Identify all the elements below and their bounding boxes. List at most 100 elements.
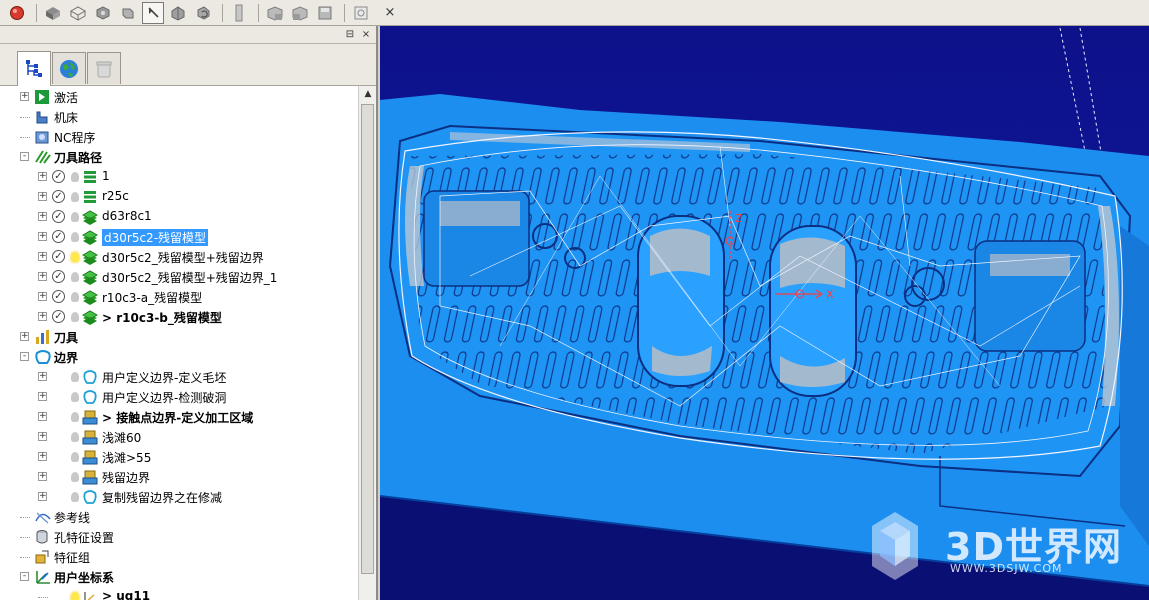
tree-item[interactable]: + 刀具 bbox=[0, 327, 358, 347]
toolpath-icon bbox=[82, 189, 98, 205]
tree-item[interactable]: + 浅滩60 bbox=[0, 427, 358, 447]
reset-icon[interactable] bbox=[350, 2, 372, 24]
expand-icon[interactable]: + bbox=[38, 212, 47, 221]
graphics-viewport[interactable]: X Z bbox=[380, 26, 1149, 600]
checkmark-icon[interactable]: ✓ bbox=[52, 250, 65, 263]
expand-icon[interactable]: + bbox=[38, 192, 47, 201]
contact-boundary-icon bbox=[82, 469, 98, 485]
checkmark-icon[interactable]: ✓ bbox=[52, 210, 65, 223]
checkmark-icon[interactable]: ✓ bbox=[52, 310, 65, 323]
lightbulb-icon[interactable] bbox=[71, 252, 79, 262]
lightbulb-icon[interactable] bbox=[71, 212, 79, 222]
lightbulb-icon[interactable] bbox=[71, 172, 79, 182]
save-view-icon[interactable] bbox=[264, 2, 286, 24]
expand-icon[interactable]: + bbox=[38, 292, 47, 301]
bin-tab[interactable] bbox=[87, 52, 121, 84]
tree-item[interactable]: 机床 bbox=[0, 107, 358, 127]
tree-item[interactable]: + 激活 bbox=[0, 87, 358, 107]
tree-item-label: 1 bbox=[102, 169, 110, 183]
tree-item[interactable]: + ✓ 1 bbox=[0, 167, 358, 187]
tree-item[interactable]: + 复制残留边界之在修减 bbox=[0, 487, 358, 507]
tree-item[interactable]: + ✓ d30r5c2_残留模型+残留边界 bbox=[0, 247, 358, 267]
tree-item[interactable]: - 用户坐标系 bbox=[0, 567, 358, 587]
expand-icon[interactable]: + bbox=[20, 332, 29, 341]
expand-icon[interactable]: + bbox=[38, 452, 47, 461]
tree-item[interactable]: + ✓ > r10c3-b_残留模型 bbox=[0, 307, 358, 327]
select-icon[interactable] bbox=[142, 1, 164, 24]
tree-item[interactable]: 特征组 bbox=[0, 547, 358, 567]
lightbulb-icon[interactable] bbox=[71, 312, 79, 322]
tree-item[interactable]: + 残留边界 bbox=[0, 467, 358, 487]
tree-item[interactable]: + ✓ d30r5c2_残留模型+残留边界_1 bbox=[0, 267, 358, 287]
expand-icon[interactable]: + bbox=[20, 92, 29, 101]
expand-icon[interactable]: + bbox=[38, 232, 47, 241]
tree-item[interactable]: + 用户定义边界-定义毛坯 bbox=[0, 367, 358, 387]
tree-item[interactable]: - 刀具路径 bbox=[0, 147, 358, 167]
collapse-icon[interactable]: - bbox=[20, 352, 29, 361]
close-panel-icon[interactable]: × bbox=[360, 29, 372, 41]
globe-tab[interactable] bbox=[52, 52, 86, 84]
expand-icon[interactable]: + bbox=[38, 312, 47, 321]
tree-item[interactable]: + ✓ r25c bbox=[0, 187, 358, 207]
stop-icon[interactable] bbox=[6, 2, 28, 24]
tree-scrollbar[interactable]: ▲ bbox=[358, 86, 376, 600]
save-icon[interactable] bbox=[314, 2, 336, 24]
lightbulb-icon[interactable] bbox=[71, 472, 79, 482]
checkmark-icon[interactable]: ✓ bbox=[52, 290, 65, 303]
machine-icon bbox=[34, 109, 50, 125]
expand-icon[interactable]: + bbox=[38, 472, 47, 481]
expand-icon[interactable]: + bbox=[38, 252, 47, 261]
lightbulb-icon[interactable] bbox=[71, 492, 79, 502]
tree-item[interactable]: + ✓ d63r8c1 bbox=[0, 207, 358, 227]
tree-item[interactable]: + 用户定义边界-检测破洞 bbox=[0, 387, 358, 407]
expand-icon[interactable]: + bbox=[38, 172, 47, 181]
collapse-icon[interactable]: - bbox=[20, 572, 29, 581]
checkmark-icon[interactable]: ✓ bbox=[52, 170, 65, 183]
rotate-icon[interactable] bbox=[167, 2, 189, 24]
toolpath-icon bbox=[81, 209, 99, 225]
collapse-icon[interactable]: - bbox=[20, 152, 29, 161]
expand-icon[interactable]: + bbox=[38, 392, 47, 401]
checkmark-icon[interactable]: ✓ bbox=[52, 190, 65, 203]
load-view-icon[interactable] bbox=[289, 2, 311, 24]
lightbulb-icon[interactable] bbox=[71, 432, 79, 442]
tree-item[interactable]: + 浅滩>55 bbox=[0, 447, 358, 467]
close-icon[interactable]: × bbox=[382, 4, 398, 22]
lightbulb-icon[interactable] bbox=[71, 412, 79, 422]
expand-icon[interactable]: + bbox=[38, 272, 47, 281]
lightbulb-icon[interactable] bbox=[71, 272, 79, 282]
expand-icon[interactable]: + bbox=[38, 432, 47, 441]
wireframe-icon[interactable] bbox=[67, 2, 89, 24]
material-icon[interactable] bbox=[92, 2, 114, 24]
lightbulb-icon[interactable] bbox=[71, 392, 79, 402]
checkmark-icon[interactable]: ✓ bbox=[52, 270, 65, 283]
lightbulb-icon[interactable] bbox=[71, 292, 79, 302]
tree-item[interactable]: + ✓ d30r5c2-残留模型 bbox=[0, 227, 358, 247]
scrollbar-thumb[interactable] bbox=[361, 104, 374, 574]
expand-icon[interactable]: + bbox=[38, 412, 47, 421]
cube-view-icon[interactable] bbox=[117, 2, 139, 24]
tree-item[interactable]: 孔特征设置 bbox=[0, 527, 358, 547]
ruler-icon[interactable] bbox=[228, 2, 250, 24]
main-toolbar: × bbox=[0, 0, 1149, 26]
lightbulb-icon[interactable] bbox=[71, 452, 79, 462]
lightbulb-icon[interactable] bbox=[71, 232, 79, 242]
shaded-icon[interactable] bbox=[42, 2, 64, 24]
tree-item[interactable]: NC程序 bbox=[0, 127, 358, 147]
refresh-icon[interactable] bbox=[192, 2, 214, 24]
expand-icon[interactable]: + bbox=[38, 492, 47, 501]
tree-item[interactable]: > ug11 bbox=[0, 587, 358, 600]
tree-item[interactable]: - 边界 bbox=[0, 347, 358, 367]
lightbulb-icon[interactable] bbox=[71, 592, 79, 600]
lightbulb-icon[interactable] bbox=[71, 192, 79, 202]
lightbulb-icon[interactable] bbox=[71, 372, 79, 382]
checkmark-icon[interactable]: ✓ bbox=[52, 230, 65, 243]
scroll-up-icon[interactable]: ▲ bbox=[359, 86, 377, 102]
tree-item-label: d63r8c1 bbox=[102, 209, 152, 223]
tree-item[interactable]: + > 接触点边界-定义加工区域 bbox=[0, 407, 358, 427]
explorer-tab[interactable] bbox=[17, 51, 51, 86]
tree-item[interactable]: + ✓ r10c3-a_残留模型 bbox=[0, 287, 358, 307]
tree-item[interactable]: 参考线 bbox=[0, 507, 358, 527]
expand-icon[interactable]: + bbox=[38, 372, 47, 381]
float-panel-icon[interactable]: ⊟ bbox=[344, 29, 356, 41]
